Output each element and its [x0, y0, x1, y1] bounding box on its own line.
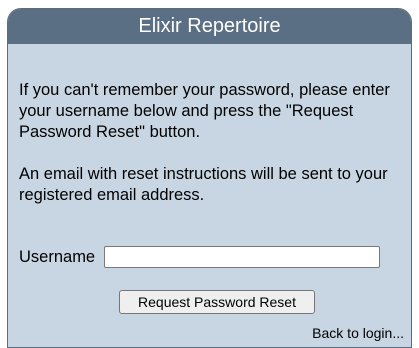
instructions-text: If you can't remember your password, ple…	[19, 81, 390, 141]
email-info-text: An email with reset instructions will be…	[19, 165, 388, 204]
username-label: Username	[19, 247, 96, 266]
back-to-login-link[interactable]: Back to login...	[312, 325, 404, 341]
password-reset-panel: Elixir Repertoire If you can't remember …	[7, 8, 412, 348]
username-input[interactable]	[104, 246, 381, 268]
username-row: Username	[19, 245, 381, 269]
request-password-reset-button[interactable]: Request Password Reset	[119, 290, 315, 314]
panel-title: Elixir Repertoire	[8, 9, 411, 44]
